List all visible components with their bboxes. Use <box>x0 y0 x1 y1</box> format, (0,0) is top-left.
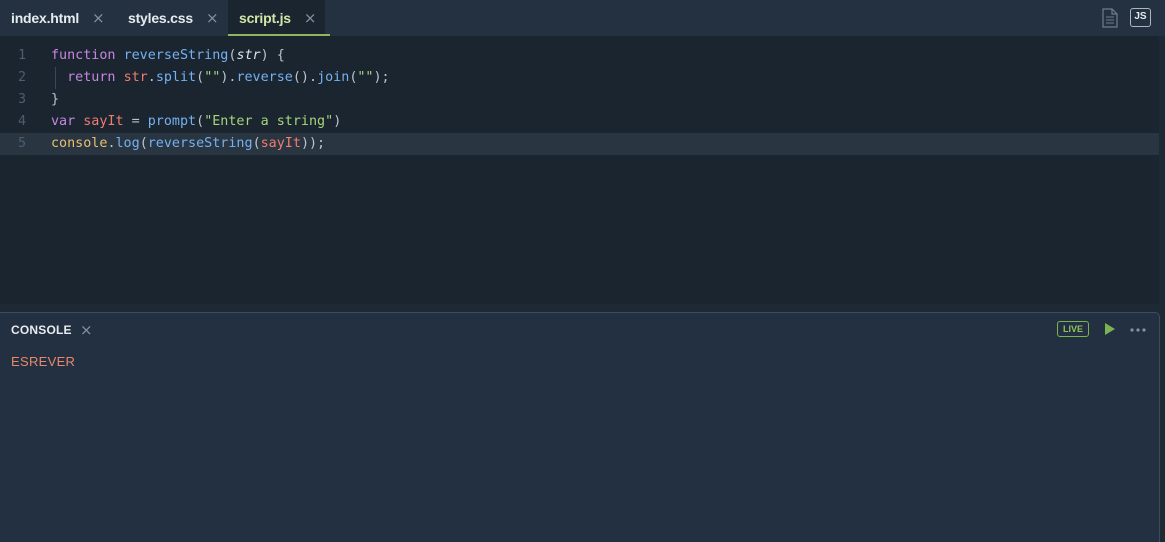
tab-index-html[interactable]: index.html × <box>11 0 105 36</box>
code-token: ( <box>139 136 148 151</box>
code-text: console.log(reverseString(sayIt)); <box>51 133 325 155</box>
code-token: log <box>115 136 140 151</box>
line-number: 2 <box>17 70 26 85</box>
panel-divider[interactable] <box>0 304 1165 312</box>
code-token: (). <box>292 70 318 85</box>
code-token: )); <box>300 136 326 151</box>
console-output-line: ESREVER <box>11 354 76 369</box>
tab-label: styles.css <box>128 10 193 26</box>
code-text: } <box>51 89 59 111</box>
code-token: str <box>236 48 261 63</box>
code-token: return <box>67 70 116 85</box>
code-token: "Enter a string" <box>204 114 334 129</box>
code-token: "" <box>357 70 374 85</box>
code-token: ) <box>333 114 342 129</box>
code-token: str <box>123 70 148 85</box>
console-title: CONSOLE <box>11 323 72 337</box>
code-token: ( <box>196 114 205 129</box>
code-token: ); <box>373 70 390 85</box>
line-number: 3 <box>17 92 26 107</box>
live-toggle[interactable]: LIVE <box>1057 321 1089 337</box>
tab-script-js[interactable]: script.js × <box>227 0 332 36</box>
code-token: = <box>123 114 148 129</box>
code-line[interactable]: 4 var sayIt = prompt("Enter a string") <box>0 111 1159 133</box>
code-token: prompt <box>147 114 197 129</box>
close-icon[interactable]: × <box>80 321 93 339</box>
code-token: ) { <box>260 48 285 63</box>
line-number: 1 <box>17 48 26 63</box>
code-token: sayIt <box>83 114 124 129</box>
code-token: ( <box>252 136 261 151</box>
indent-guide <box>55 67 56 89</box>
code-token: reverseString <box>123 48 229 63</box>
more-horizontal-icon[interactable] <box>1130 328 1146 332</box>
tab-styles-css[interactable]: styles.css × <box>128 0 219 36</box>
code-text: var sayIt = prompt("Enter a string") <box>51 111 341 133</box>
tab-label: index.html <box>11 10 80 26</box>
close-icon[interactable]: × <box>304 10 317 26</box>
code-token: function <box>51 48 116 63</box>
code-token: split <box>155 70 197 85</box>
code-line[interactable]: 2 return str.split("").reverse().join(""… <box>0 67 1159 89</box>
tab-label: script.js <box>239 10 291 26</box>
code-line[interactable]: 1 function reverseString(str) { <box>0 45 1159 67</box>
language-badge[interactable]: JS <box>1130 8 1151 27</box>
code-token: sayIt <box>260 136 301 151</box>
code-token: console <box>51 136 108 151</box>
code-editor[interactable]: 1 function reverseString(str) {2 return s… <box>0 36 1159 304</box>
code-token: ). <box>220 70 237 85</box>
close-icon[interactable]: × <box>92 10 105 26</box>
code-playground: index.html × styles.css × script.js × JS… <box>0 0 1165 542</box>
line-number: 5 <box>17 136 26 151</box>
code-token: . <box>147 70 156 85</box>
code-token: join <box>317 70 350 85</box>
close-icon[interactable]: × <box>206 10 219 26</box>
code-line[interactable]: 5 console.log(reverseString(sayIt)); <box>0 133 1159 155</box>
code-token: reverse <box>236 70 293 85</box>
code-text: return str.split("").reverse().join(""); <box>51 67 390 89</box>
code-text: function reverseString(str) { <box>51 45 285 67</box>
code-token: . <box>107 136 116 151</box>
code-token: var <box>51 114 76 129</box>
document-icon[interactable] <box>1102 8 1118 28</box>
code-token: "" <box>204 70 221 85</box>
editor-tab-bar: index.html × styles.css × script.js × JS <box>0 0 1165 36</box>
code-token: reverseString <box>147 136 253 151</box>
console-panel: CONSOLE × LIVE ESREVER <box>0 312 1160 542</box>
code-token: } <box>51 92 60 107</box>
code-token: ( <box>196 70 205 85</box>
play-icon[interactable] <box>1103 322 1116 336</box>
line-number: 4 <box>17 114 26 129</box>
code-line[interactable]: 3} <box>0 89 1159 111</box>
